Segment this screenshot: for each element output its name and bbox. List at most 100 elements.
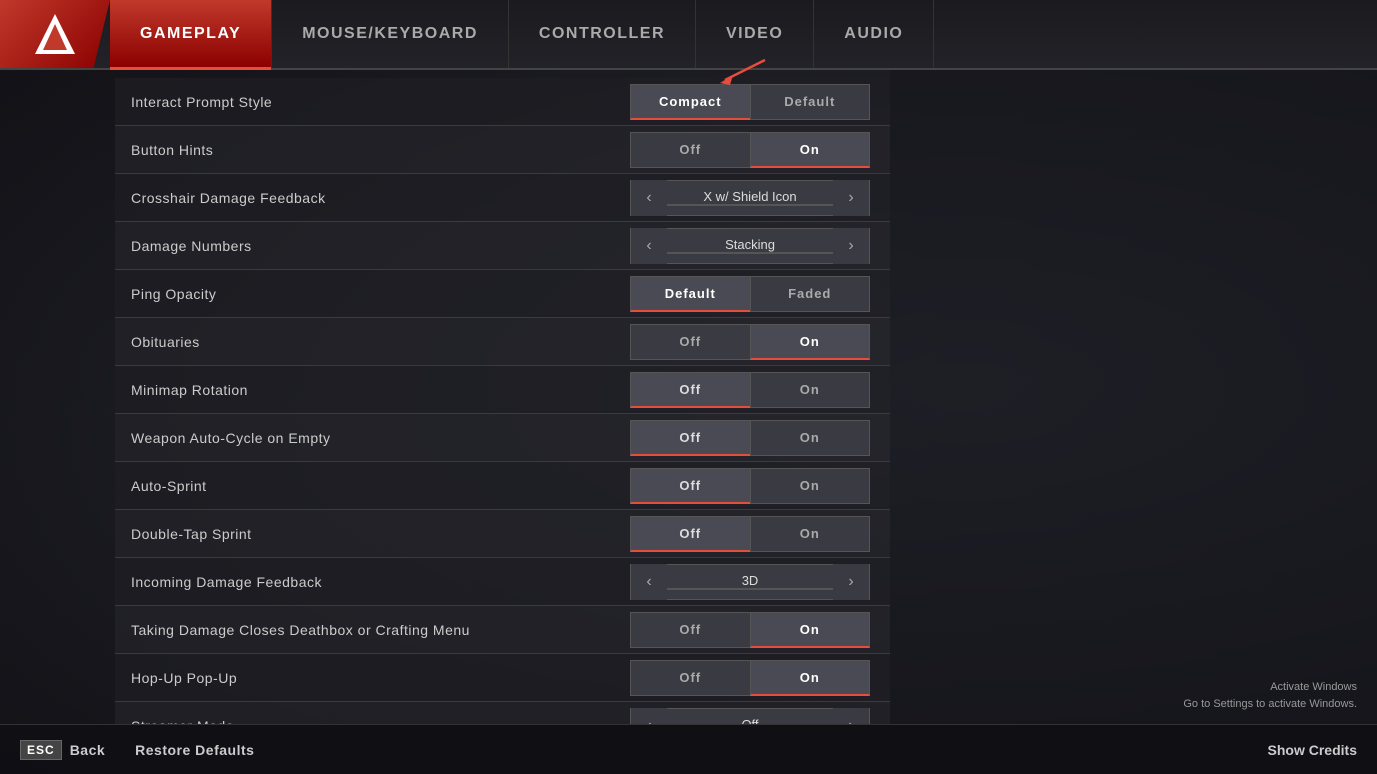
tab-controller[interactable]: CONTROLLER xyxy=(509,0,696,68)
top-nav: GAMEPLAY MOUSE/KEYBOARD CONTROLLER VIDEO… xyxy=(0,0,1377,70)
setting-control-ping-opacity: DefaultFaded xyxy=(630,276,870,312)
arrow-indicator-icon xyxy=(695,55,775,85)
setting-control-obituaries: OffOn xyxy=(630,324,870,360)
windows-watermark: Activate Windows Go to Settings to activ… xyxy=(1183,679,1357,714)
toggle-off-obituaries[interactable]: Off xyxy=(630,324,750,360)
arrow-left-damage-numbers[interactable]: ‹ xyxy=(631,228,667,264)
bottom-bar: ESC Back Restore Defaults Show Credits xyxy=(0,724,1377,774)
back-button[interactable]: ESC Back xyxy=(20,740,105,760)
arrow-right-incoming-damage-feedback[interactable]: › xyxy=(833,564,869,600)
setting-label-auto-sprint: Auto-Sprint xyxy=(115,466,630,506)
show-credits-button[interactable]: Show Credits xyxy=(1268,742,1357,758)
esc-key-label: ESC xyxy=(20,740,62,760)
setting-control-auto-sprint: OffOn xyxy=(630,468,870,504)
restore-defaults-label: Restore Defaults xyxy=(135,742,254,758)
setting-row-weapon-auto-cycle: Weapon Auto-Cycle on EmptyOffOn xyxy=(115,414,890,462)
setting-label-ping-opacity: Ping Opacity xyxy=(115,274,630,314)
setting-row-incoming-damage-feedback: Incoming Damage Feedback‹3D› xyxy=(115,558,890,606)
tab-gameplay[interactable]: GAMEPLAY xyxy=(110,0,272,68)
arrow-right-crosshair-damage-feedback[interactable]: › xyxy=(833,180,869,216)
back-label: Back xyxy=(70,742,105,758)
setting-row-interact-prompt-style: Interact Prompt StyleCompactDefault xyxy=(115,78,890,126)
toggle-off-auto-sprint[interactable]: Off xyxy=(630,468,750,504)
setting-label-minimap-rotation: Minimap Rotation xyxy=(115,370,630,410)
arrow-left-streamer-mode[interactable]: ‹ xyxy=(631,708,667,725)
option-group-ping-opacity: DefaultFaded xyxy=(630,276,870,312)
watermark-line1: Activate Windows xyxy=(1183,679,1357,697)
toggle-group-taking-damage-closes: OffOn xyxy=(630,612,870,648)
toggle-off-double-tap-sprint[interactable]: Off xyxy=(630,516,750,552)
setting-label-weapon-auto-cycle: Weapon Auto-Cycle on Empty xyxy=(115,418,630,458)
arrow-left-incoming-damage-feedback[interactable]: ‹ xyxy=(631,564,667,600)
setting-control-hop-up-popup: OffOn xyxy=(630,660,870,696)
toggle-off-button-hints[interactable]: Off xyxy=(630,132,750,168)
setting-label-interact-prompt-style: Interact Prompt Style xyxy=(115,82,630,122)
option-btn-interact-prompt-style-1[interactable]: Default xyxy=(750,84,871,120)
logo-area xyxy=(0,0,110,68)
setting-control-double-tap-sprint: OffOn xyxy=(630,516,870,552)
toggle-group-button-hints: OffOn xyxy=(630,132,870,168)
main-content: Interact Prompt StyleCompactDefaultButto… xyxy=(0,70,1377,724)
setting-label-incoming-damage-feedback: Incoming Damage Feedback xyxy=(115,562,630,602)
setting-row-damage-numbers: Damage Numbers‹Stacking› xyxy=(115,222,890,270)
watermark-line2: Go to Settings to activate Windows. xyxy=(1183,696,1357,714)
setting-label-hop-up-popup: Hop-Up Pop-Up xyxy=(115,658,630,698)
setting-label-double-tap-sprint: Double-Tap Sprint xyxy=(115,514,630,554)
toggle-on-minimap-rotation[interactable]: On xyxy=(750,372,871,408)
toggle-on-weapon-auto-cycle[interactable]: On xyxy=(750,420,871,456)
arrow-selector-streamer-mode: ‹Off› xyxy=(630,708,870,725)
setting-label-crosshair-damage-feedback: Crosshair Damage Feedback xyxy=(115,178,630,218)
toggle-on-auto-sprint[interactable]: On xyxy=(750,468,871,504)
setting-control-crosshair-damage-feedback: ‹X w/ Shield Icon› xyxy=(630,180,870,216)
toggle-on-hop-up-popup[interactable]: On xyxy=(750,660,871,696)
setting-control-incoming-damage-feedback: ‹3D› xyxy=(630,564,870,600)
setting-row-double-tap-sprint: Double-Tap SprintOffOn xyxy=(115,510,890,558)
setting-label-obituaries: Obituaries xyxy=(115,322,630,362)
toggle-off-taking-damage-closes[interactable]: Off xyxy=(630,612,750,648)
setting-row-taking-damage-closes: Taking Damage Closes Deathbox or Craftin… xyxy=(115,606,890,654)
toggle-on-double-tap-sprint[interactable]: On xyxy=(750,516,871,552)
setting-row-crosshair-damage-feedback: Crosshair Damage Feedback‹X w/ Shield Ic… xyxy=(115,174,890,222)
setting-row-streamer-mode: Streamer Mode‹Off› xyxy=(115,702,890,724)
toggle-group-weapon-auto-cycle: OffOn xyxy=(630,420,870,456)
tab-audio[interactable]: AUDIO xyxy=(814,0,934,68)
setting-control-button-hints: OffOn xyxy=(630,132,870,168)
arrow-right-damage-numbers[interactable]: › xyxy=(833,228,869,264)
toggle-group-double-tap-sprint: OffOn xyxy=(630,516,870,552)
option-btn-interact-prompt-style-0[interactable]: Compact xyxy=(630,84,750,120)
arrow-selector-incoming-damage-feedback: ‹3D› xyxy=(630,564,870,600)
toggle-group-minimap-rotation: OffOn xyxy=(630,372,870,408)
setting-control-damage-numbers: ‹Stacking› xyxy=(630,228,870,264)
setting-control-streamer-mode: ‹Off› xyxy=(630,708,870,725)
arrow-left-crosshair-damage-feedback[interactable]: ‹ xyxy=(631,180,667,216)
arrow-right-streamer-mode[interactable]: › xyxy=(833,708,869,725)
toggle-off-hop-up-popup[interactable]: Off xyxy=(630,660,750,696)
toggle-on-taking-damage-closes[interactable]: On xyxy=(750,612,871,648)
setting-row-ping-opacity: Ping OpacityDefaultFaded xyxy=(115,270,890,318)
tab-mouse-keyboard[interactable]: MOUSE/KEYBOARD xyxy=(272,0,509,68)
arrow-selector-crosshair-damage-feedback: ‹X w/ Shield Icon› xyxy=(630,180,870,216)
arrow-selector-damage-numbers: ‹Stacking› xyxy=(630,228,870,264)
toggle-off-minimap-rotation[interactable]: Off xyxy=(630,372,750,408)
toggle-on-button-hints[interactable]: On xyxy=(750,132,871,168)
toggle-on-obituaries[interactable]: On xyxy=(750,324,871,360)
setting-row-obituaries: ObituariesOffOn xyxy=(115,318,890,366)
show-credits-label: Show Credits xyxy=(1268,742,1357,758)
setting-label-streamer-mode: Streamer Mode xyxy=(115,706,630,725)
setting-control-weapon-auto-cycle: OffOn xyxy=(630,420,870,456)
selector-value-incoming-damage-feedback: 3D xyxy=(667,573,833,590)
setting-label-button-hints: Button Hints xyxy=(115,130,630,170)
toggle-off-weapon-auto-cycle[interactable]: Off xyxy=(630,420,750,456)
apex-logo-icon xyxy=(31,10,79,58)
restore-defaults-button[interactable]: Restore Defaults xyxy=(135,742,254,758)
setting-row-auto-sprint: Auto-SprintOffOn xyxy=(115,462,890,510)
setting-row-button-hints: Button HintsOffOn xyxy=(115,126,890,174)
option-btn-ping-opacity-1[interactable]: Faded xyxy=(750,276,871,312)
settings-list[interactable]: Interact Prompt StyleCompactDefaultButto… xyxy=(0,70,890,724)
toggle-group-auto-sprint: OffOn xyxy=(630,468,870,504)
selector-value-crosshair-damage-feedback: X w/ Shield Icon xyxy=(667,189,833,206)
option-btn-ping-opacity-0[interactable]: Default xyxy=(630,276,750,312)
setting-control-minimap-rotation: OffOn xyxy=(630,372,870,408)
selector-value-streamer-mode: Off xyxy=(667,717,833,724)
setting-row-hop-up-popup: Hop-Up Pop-UpOffOn xyxy=(115,654,890,702)
